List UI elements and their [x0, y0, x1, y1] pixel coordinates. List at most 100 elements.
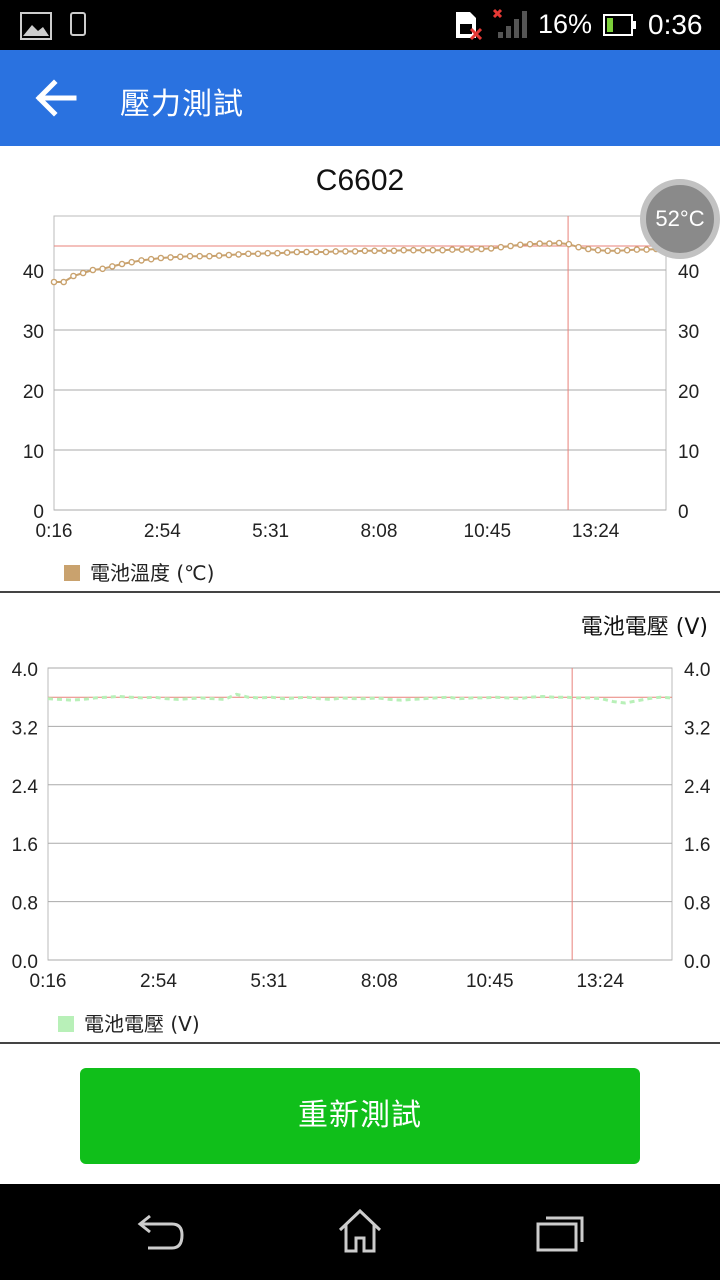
data-point — [643, 246, 650, 253]
data-point — [546, 240, 553, 247]
data-point — [342, 248, 349, 255]
y-tick-label-left: 2.4 — [12, 777, 39, 798]
y-tick-label-left: 40 — [23, 262, 44, 283]
temp-chart-title: C6602 — [315, 164, 405, 197]
y-tick-label-right: 40 — [678, 262, 699, 283]
y-tick-label-right: 0 — [678, 502, 689, 523]
data-point — [478, 245, 485, 253]
data-point — [196, 252, 204, 260]
volt-chart-title: 電池電壓 (V) — [580, 615, 708, 640]
temp-legend-swatch — [64, 565, 80, 581]
divider — [0, 591, 720, 593]
gallery-notification-icon — [20, 12, 52, 40]
x-tick-label: 0:16 — [36, 521, 73, 542]
data-point — [118, 260, 126, 268]
data-point — [371, 247, 378, 255]
data-point — [157, 254, 165, 262]
data-point — [410, 246, 417, 254]
y-tick-label-left: 0 — [33, 502, 44, 523]
y-tick-label-right: 4.0 — [684, 660, 710, 681]
data-point — [322, 248, 330, 256]
status-bar: 16% 0:36 — [0, 0, 720, 50]
x-tick-label: 8:08 — [360, 521, 397, 542]
data-point — [555, 239, 563, 247]
data-point — [186, 252, 194, 260]
data-point — [526, 240, 534, 248]
data-point — [79, 269, 87, 277]
x-tick-label: 0:16 — [30, 971, 67, 992]
data-point — [235, 251, 242, 258]
volt-legend-swatch — [58, 1016, 74, 1032]
y-tick-label-left: 1.6 — [12, 835, 38, 856]
data-point — [468, 246, 476, 253]
voltage-chart: 0.0 0.0 0.8 0.8 1.6 1.6 2.4 2.4 3.2 3.2 4.0 4.0 0:16… — [12, 660, 711, 992]
data-point — [108, 263, 116, 270]
app-bar: 壓力測試 — [0, 50, 720, 146]
battery-icon — [603, 14, 636, 36]
signal-icon — [492, 8, 527, 38]
y-tick-label-left: 0.0 — [12, 952, 38, 973]
temperature-chart: 0 0 10 10 20 20 30 30 40 40 0:16 2:54 5:31 8:08 10:45 1… — [23, 215, 699, 542]
phone-notification-icon — [70, 12, 86, 36]
x-tick-label: 10:45 — [464, 521, 512, 542]
data-point — [633, 246, 641, 253]
y-tick-label-right: 20 — [678, 382, 699, 403]
y-tick-label-right: 0.8 — [684, 894, 710, 915]
x-tick-label: 2:54 — [140, 971, 177, 992]
data-point — [60, 278, 68, 286]
data-point — [439, 246, 446, 254]
recents-nav-icon[interactable] — [536, 1212, 584, 1254]
data-point — [89, 266, 97, 274]
home-nav-icon[interactable] — [336, 1208, 384, 1254]
data-point — [380, 247, 388, 255]
retest-button[interactable]: 重新測試 — [80, 1068, 640, 1164]
back-nav-icon[interactable] — [136, 1214, 186, 1254]
data-point — [312, 248, 320, 256]
data-point — [565, 240, 573, 248]
plot-frame — [47, 667, 673, 961]
x-tick-label: 2:54 — [144, 521, 181, 542]
data-point — [448, 246, 456, 253]
data-point — [215, 252, 223, 259]
data-point — [584, 245, 592, 253]
data-point — [575, 243, 582, 251]
data-point — [147, 255, 155, 263]
y-tick-label-right: 10 — [678, 442, 699, 463]
x-tick-label: 10:45 — [466, 971, 514, 992]
y-tick-label-right: 0.0 — [684, 952, 710, 973]
arrow-left-icon[interactable] — [34, 78, 78, 118]
data-point — [99, 265, 106, 273]
x-tick-label: 13:24 — [576, 971, 624, 992]
data-point — [167, 254, 174, 261]
y-tick-label-left: 0.8 — [12, 894, 38, 915]
data-point — [419, 246, 427, 254]
y-tick-label-right: 30 — [678, 322, 699, 343]
x-tick-label: 5:31 — [250, 971, 287, 992]
data-point — [176, 253, 184, 261]
data-point — [225, 251, 233, 259]
data-point — [138, 257, 145, 264]
series-line — [47, 692, 673, 705]
y-tick-label-left: 30 — [23, 322, 44, 343]
battery-percent: 16% — [538, 9, 593, 39]
volt-legend-label: 電池電壓 (V) — [84, 1012, 200, 1036]
temperature-badge[interactable]: 52°C — [640, 179, 720, 259]
y-tick-label-right: 1.6 — [684, 835, 710, 856]
y-tick-label-left: 10 — [23, 442, 44, 463]
data-point — [264, 249, 272, 257]
data-point — [400, 246, 408, 254]
series-line — [54, 241, 667, 283]
data-point — [50, 278, 58, 286]
data-point — [293, 248, 301, 256]
data-point — [507, 242, 514, 250]
divider — [0, 1042, 720, 1044]
navigation-bar — [0, 1184, 720, 1280]
data-point — [458, 246, 466, 253]
data-point — [429, 246, 437, 254]
data-point — [206, 252, 213, 260]
data-point — [390, 247, 398, 255]
data-point — [623, 246, 631, 254]
data-point — [283, 249, 291, 256]
x-tick-label: 5:31 — [252, 521, 289, 542]
temp-legend-label: 電池溫度 (℃) — [90, 561, 215, 585]
